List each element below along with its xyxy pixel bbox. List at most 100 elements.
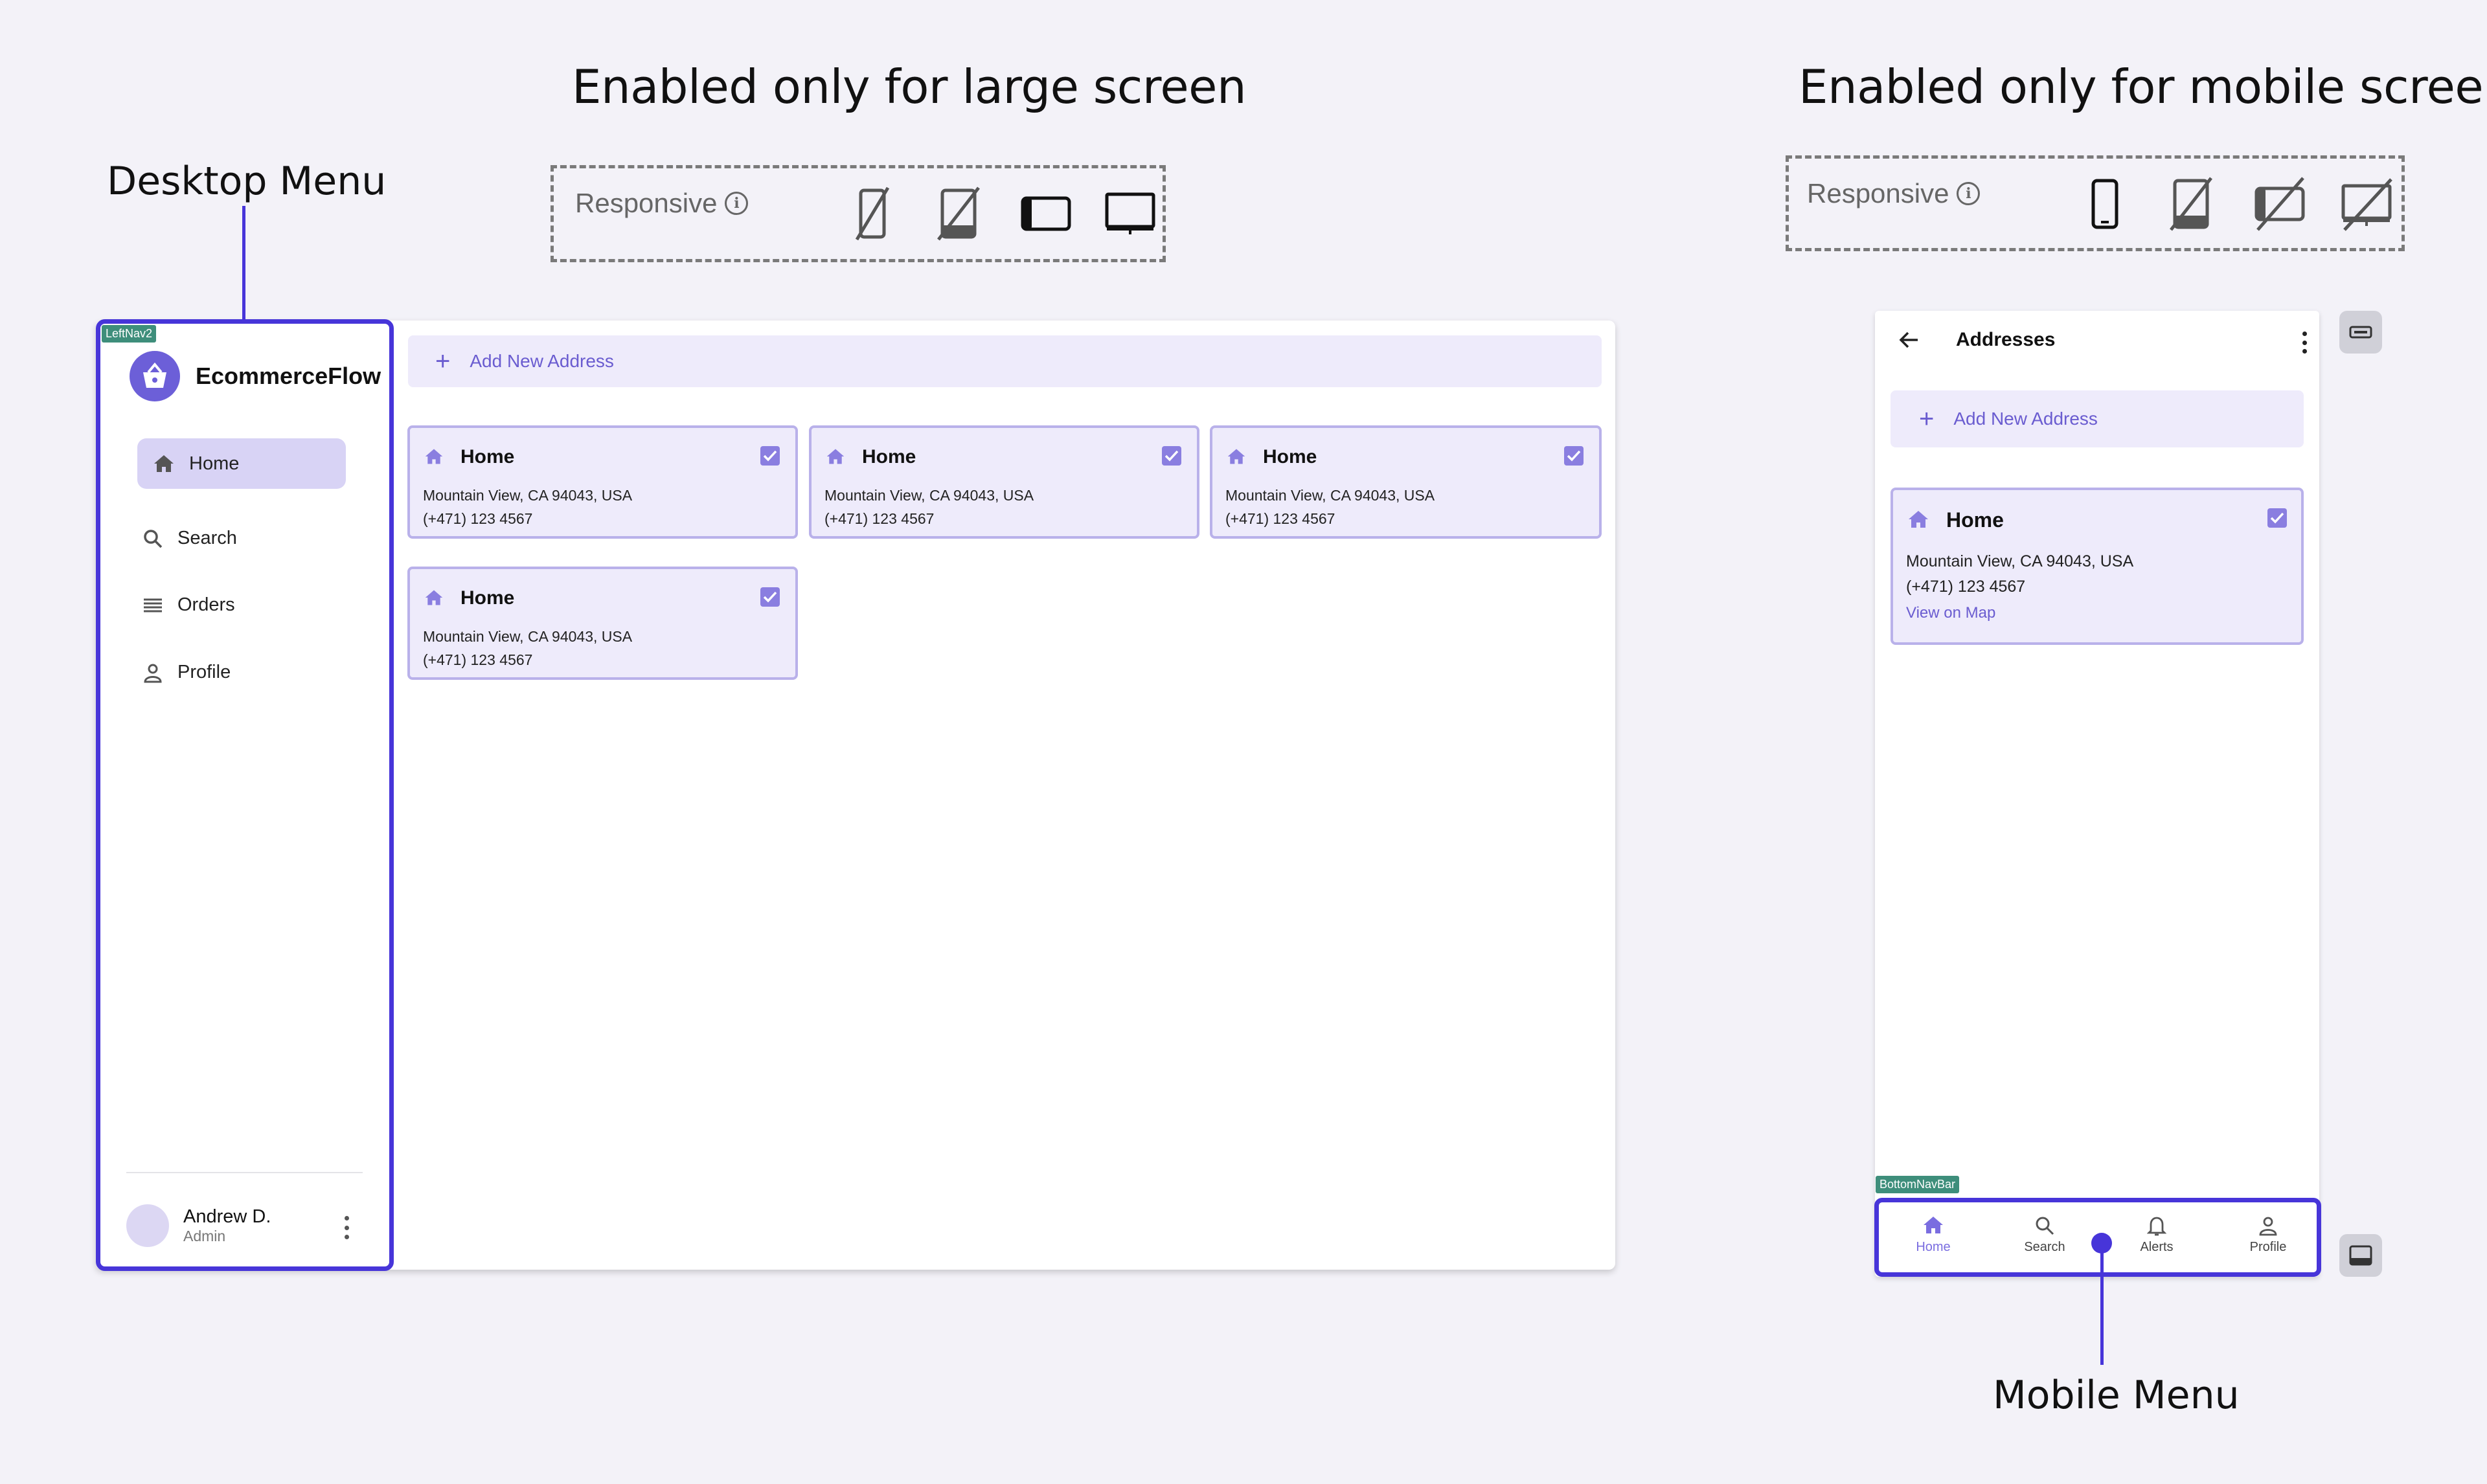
leftnav-tag: LeftNav2 [102, 325, 157, 343]
bottom-nav-label: Home [1916, 1240, 1951, 1254]
address-card[interactable]: Home Mountain View, CA 94043, USA (+471)… [809, 425, 1199, 539]
search-icon [144, 529, 163, 548]
home-icon [154, 455, 174, 472]
bottomnav-tag: BottomNavBar [1876, 1176, 1960, 1193]
desktop-disabled-icon[interactable] [2339, 177, 2394, 231]
checkbox[interactable] [1564, 446, 1584, 466]
add-label: Add New Address [1953, 409, 2098, 429]
bottom-nav-toggle-button[interactable] [2339, 1234, 2382, 1277]
address-card[interactable]: Home Mountain View, CA 94043, USA (+471)… [407, 425, 798, 539]
card-title: Home [460, 446, 515, 467]
info-icon[interactable]: i [1957, 182, 1981, 205]
appbar-toggle-button[interactable] [2339, 311, 2382, 354]
search-icon [2036, 1217, 2054, 1235]
responsive-label-text: Responsive [575, 188, 718, 218]
card-phone: (+471) 123 4567 [423, 510, 533, 527]
address-card[interactable]: Home Mountain View, CA 94043, USA (+471)… [407, 567, 798, 680]
checkbox[interactable] [1162, 446, 1181, 466]
address-card[interactable]: Home Mountain View, CA 94043, USA (+471)… [1891, 488, 2304, 645]
brand-name: EcommerceFlow [196, 363, 381, 389]
bottom-nav-search[interactable]: Search [2012, 1215, 2077, 1255]
card-title: Home [1263, 446, 1317, 467]
home-icon [1227, 449, 1245, 464]
tablet-landscape-icon[interactable] [1020, 194, 1072, 233]
add-new-address-button[interactable]: + Add New Address [1891, 390, 2304, 447]
card-title: Home [460, 587, 515, 609]
tablet-landscape-disabled-icon[interactable] [2253, 177, 2307, 231]
card-phone: (+471) 123 4567 [1906, 578, 2026, 596]
tablet-portrait-disabled-icon[interactable] [936, 186, 981, 241]
nav-item-search[interactable]: Search [142, 528, 237, 549]
checkbox[interactable] [760, 587, 780, 607]
basket-icon [130, 351, 180, 401]
bell-icon [2147, 1217, 2166, 1236]
appbar-icon [2349, 326, 2372, 339]
checkbox[interactable] [2267, 508, 2287, 528]
brand[interactable]: EcommerceFlow [130, 351, 381, 401]
responsive-label: Responsive i [575, 188, 749, 219]
bottom-nav-label: Alerts [2140, 1240, 2174, 1254]
nav-item-profile[interactable]: Profile [142, 662, 231, 683]
home-icon [1909, 511, 1928, 528]
tablet-portrait-disabled-icon[interactable] [2168, 177, 2214, 231]
person-icon [2259, 1217, 2277, 1236]
person-icon [144, 664, 162, 682]
nav-label: Orders [177, 594, 235, 615]
nav-label: Search [177, 528, 237, 548]
address-card[interactable]: Home Mountain View, CA 94043, USA (+471)… [1210, 425, 1602, 539]
card-address: Mountain View, CA 94043, USA [423, 487, 633, 504]
responsive-panel-mobile: Responsive i [1786, 155, 2405, 251]
callout-line [2100, 1250, 2104, 1365]
desktop-icon[interactable] [1104, 192, 1156, 237]
card-phone: (+471) 123 4567 [824, 510, 935, 527]
more-vert-icon[interactable] [2300, 332, 2308, 354]
page-title: Addresses [1956, 329, 2056, 350]
card-phone: (+471) 123 4567 [423, 651, 533, 668]
home-icon [1924, 1217, 1943, 1233]
heading-mobile-screen: Enabled only for mobile screen [1799, 60, 2487, 114]
bottom-nav-home[interactable]: Home [1901, 1215, 1966, 1255]
user-profile[interactable]: Andrew D. Admin [126, 1204, 271, 1247]
nav-label: Profile [177, 662, 231, 682]
user-role: Admin [183, 1228, 226, 1244]
bottom-nav-alerts[interactable]: Alerts [2124, 1215, 2189, 1255]
back-arrow-icon[interactable] [1898, 330, 1920, 350]
card-address: Mountain View, CA 94043, USA [1225, 487, 1435, 504]
card-title: Home [862, 446, 916, 467]
callout-desktop-menu: Desktop Menu [107, 159, 387, 204]
nav-label: Home [189, 453, 240, 474]
add-new-address-button[interactable]: + Add New Address [408, 335, 1602, 387]
home-icon [425, 590, 443, 605]
home-icon [425, 449, 443, 464]
avatar [126, 1204, 169, 1247]
card-address: Mountain View, CA 94043, USA [1906, 552, 2134, 570]
left-nav: LeftNav2 EcommerceFlow Home Search Order… [96, 319, 394, 1271]
plus-icon: + [435, 347, 451, 376]
checkbox[interactable] [760, 446, 780, 466]
bottom-nav-label: Search [2024, 1240, 2065, 1254]
bottom-nav-profile[interactable]: Profile [2236, 1215, 2300, 1255]
responsive-label-text: Responsive [1807, 178, 1949, 208]
add-label: Add New Address [470, 351, 614, 371]
nav-item-home[interactable]: Home [137, 438, 346, 489]
mobile-preview: Addresses + Add New Address Home Mountai… [1875, 311, 2319, 1277]
list-icon [144, 598, 162, 612]
info-icon[interactable]: i [725, 192, 749, 215]
card-address: Mountain View, CA 94043, USA [423, 628, 633, 645]
responsive-label: Responsive i [1807, 178, 1981, 209]
callout-mobile-menu: Mobile Menu [1993, 1373, 2240, 1418]
plus-icon: + [1919, 405, 1935, 433]
card-title: Home [1946, 508, 2004, 532]
card-phone: (+471) 123 4567 [1225, 510, 1335, 527]
bottom-nav-label: Profile [2249, 1240, 2287, 1254]
divider [126, 1172, 363, 1173]
user-name: Andrew D. [183, 1206, 271, 1227]
phone-disabled-icon[interactable] [853, 186, 892, 241]
responsive-panel-large: Responsive i [551, 165, 1166, 262]
home-icon [826, 449, 845, 464]
bottom-bar-icon [2349, 1245, 2372, 1266]
nav-item-orders[interactable]: Orders [142, 594, 235, 616]
more-vert-icon[interactable] [340, 1216, 353, 1239]
view-on-map-link[interactable]: View on Map [1906, 604, 1995, 622]
phone-icon[interactable] [2085, 177, 2124, 231]
